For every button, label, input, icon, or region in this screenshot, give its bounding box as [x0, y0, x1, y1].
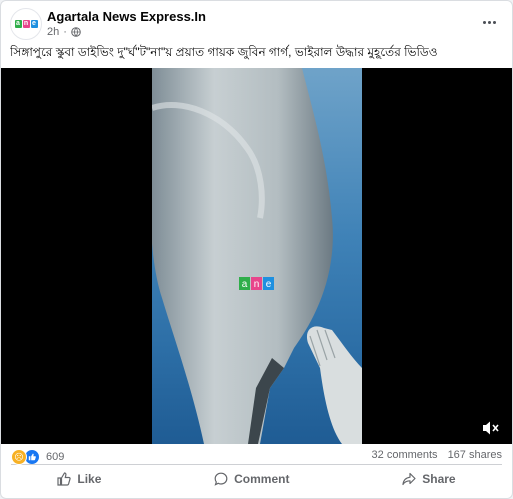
comment-button[interactable]: Comment [188, 467, 315, 491]
share-arrow-icon [402, 472, 416, 486]
speech-bubble-icon [214, 472, 228, 486]
reactions-summary[interactable]: ☹ 609 [11, 449, 64, 465]
post-meta: 2h · [47, 26, 81, 38]
like-label: Like [77, 472, 102, 486]
ane-logo-icon: ane [14, 20, 38, 28]
page-name-link[interactable]: Agartala News Express.In [47, 9, 206, 24]
sad-reaction-icon: ☹ [11, 449, 27, 465]
diver-leg [152, 68, 333, 444]
svg-text:a: a [242, 279, 248, 290]
reaction-count: 609 [46, 451, 65, 463]
action-bar: Like Comment Share [1, 467, 512, 491]
svg-text:e: e [266, 279, 272, 290]
share-count-link[interactable]: 167 shares [448, 449, 502, 461]
video-scene: a n e [152, 68, 362, 444]
post-time[interactable]: 2h [47, 26, 59, 38]
like-button[interactable]: Like [31, 467, 127, 491]
share-button[interactable]: Share [376, 467, 481, 491]
post-header: ane Agartala News Express.In 2h · [1, 1, 512, 43]
separator-dot: · [63, 26, 67, 38]
post-card: ane Agartala News Express.In 2h · সিঙ্গা… [0, 0, 513, 499]
comment-label: Comment [234, 472, 290, 486]
ane-watermark-icon: a n e [239, 277, 274, 290]
video-player[interactable]: a n e [1, 68, 512, 444]
more-horizontal-icon [482, 20, 486, 24]
video-frame: a n e [152, 68, 362, 444]
volume-muted-icon[interactable] [482, 420, 500, 436]
comment-count-link[interactable]: 32 comments [372, 449, 438, 461]
globe-icon [71, 27, 81, 37]
thumbs-up-icon [57, 472, 72, 486]
divider [11, 464, 502, 465]
page-avatar[interactable]: ane [10, 8, 42, 40]
share-label: Share [422, 472, 456, 486]
svg-text:n: n [254, 279, 260, 290]
gloved-hand [306, 326, 362, 444]
counts: 32 comments 167 shares [372, 449, 502, 461]
more-options-button[interactable] [478, 13, 500, 31]
post-caption: সিঙ্গাপুরে স্কুবা ডাইভিং দু"র্ঘ"ট"না"য় … [10, 45, 438, 59]
